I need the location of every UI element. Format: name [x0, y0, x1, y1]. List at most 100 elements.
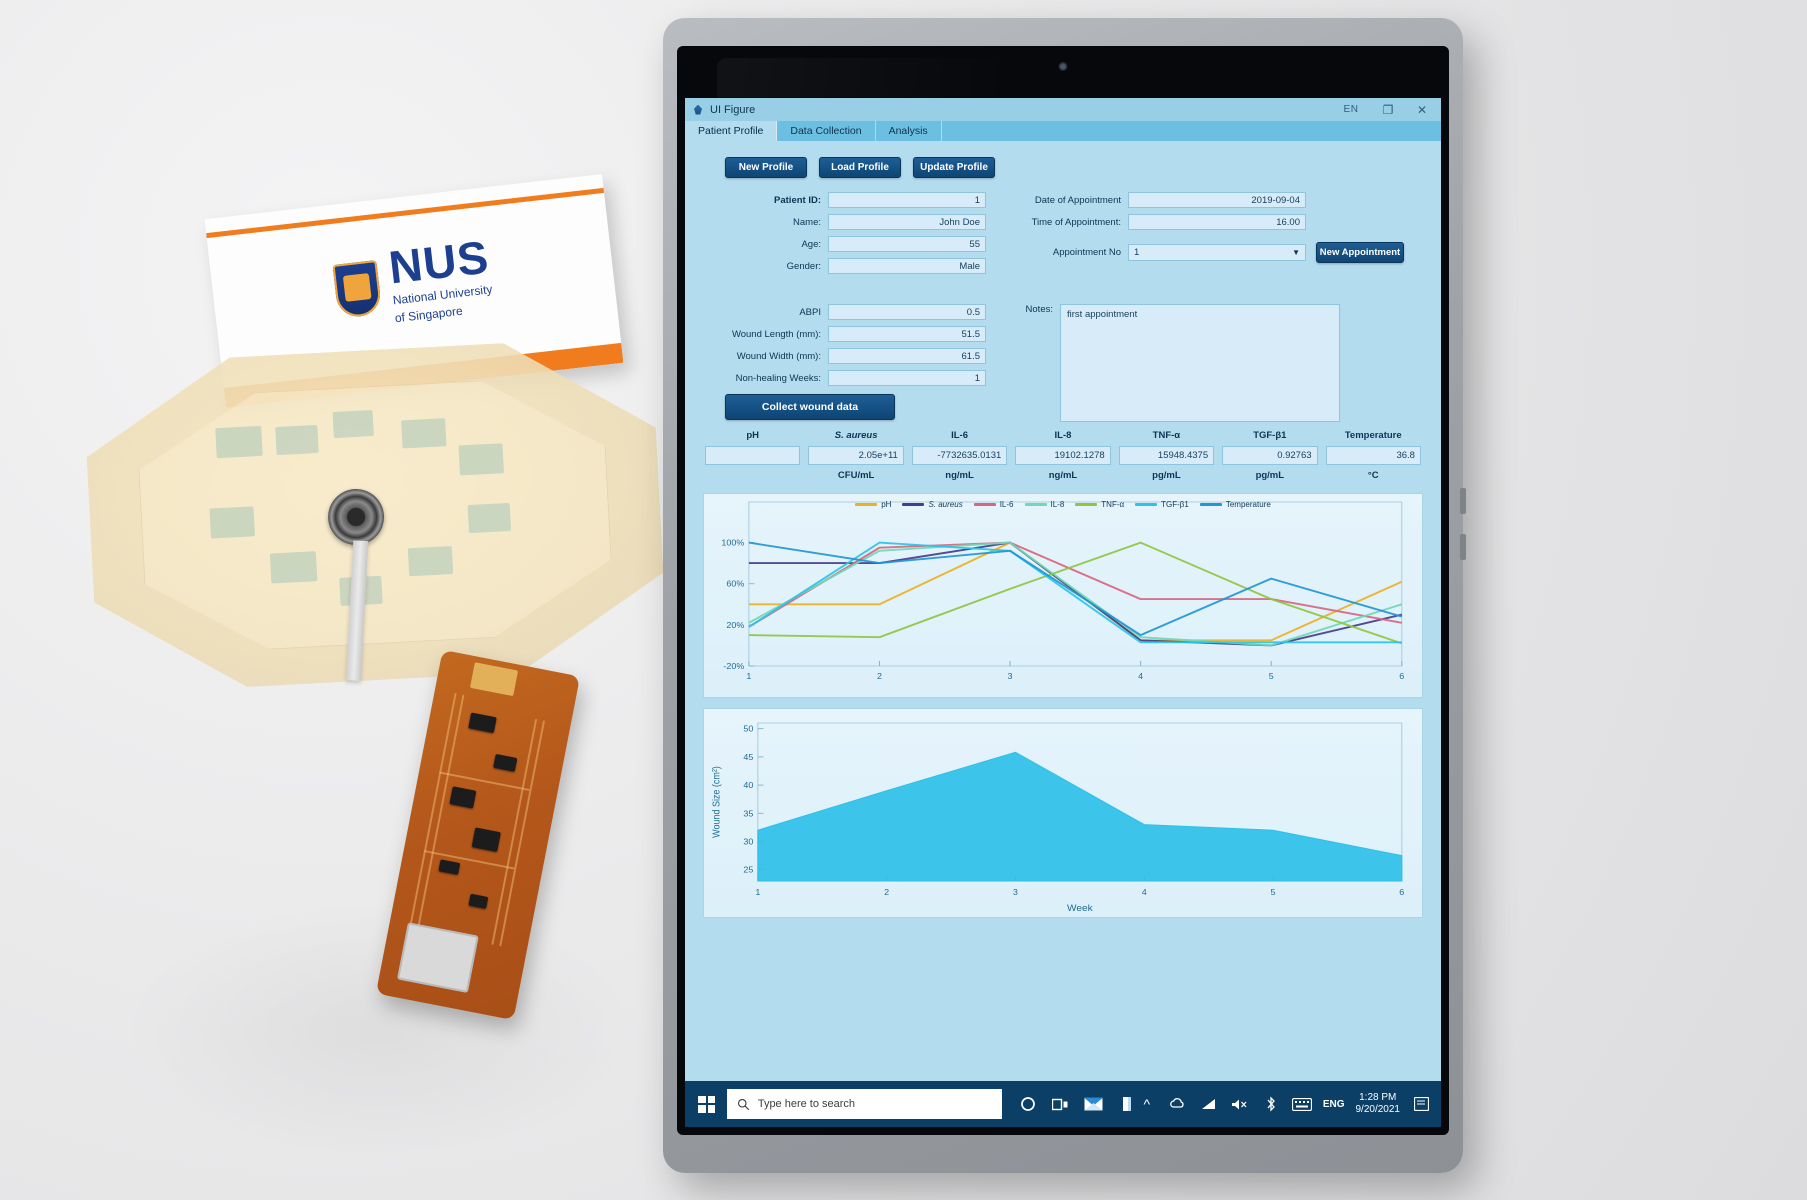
input-age[interactable]: 55	[828, 236, 986, 252]
legend-label: IL-6	[999, 500, 1014, 509]
language-indicator[interactable]: ENG	[1323, 1099, 1345, 1110]
onedrive-icon[interactable]	[1168, 1094, 1188, 1114]
collect-wound-data-button[interactable]: Collect wound data	[725, 394, 895, 420]
biomarker-trend-chart: pH S. aureus IL-6 IL-8 TNF-α TGF-β1 Temperatur…	[703, 493, 1423, 698]
system-tray: ^ ENG 1:28 PM 9/20/2021	[1137, 1092, 1437, 1117]
input-name[interactable]: John Doe	[828, 214, 986, 230]
tab-analysis[interactable]: Analysis	[876, 121, 942, 141]
new-appointment-button[interactable]: New Appointment	[1316, 242, 1404, 263]
maximize-button[interactable]: ❐	[1371, 98, 1405, 121]
biomarker-unit-temperature: °C	[1367, 470, 1379, 481]
legend-item: TGF-β1	[1135, 500, 1189, 509]
legend-item: IL-8	[1024, 500, 1064, 509]
pcb-trace	[423, 850, 515, 870]
biomarker-value-il-8[interactable]: 19102.1278	[1015, 446, 1111, 465]
field-row-name: Name: John Doe	[703, 214, 986, 230]
label-abpi: ABPI	[799, 306, 821, 318]
y-axis-tick-label: 25	[743, 865, 753, 874]
input-patient-id[interactable]: 1	[828, 192, 986, 208]
label-age: Age:	[801, 238, 821, 250]
label-patient-id: Patient ID:	[774, 194, 821, 206]
biomarker-value-il-6[interactable]: -7732635.0131	[911, 446, 1008, 465]
cortana-icon[interactable]	[1018, 1094, 1038, 1114]
field-row-wound-width: Wound Width (mm): 61.5	[703, 348, 986, 364]
input-abpi[interactable]: 0.5	[828, 304, 986, 320]
field-row-age: Age: 55	[703, 236, 986, 252]
appointment-fields: Date of Appointment 2019-09-04 Time of A…	[1001, 192, 1404, 269]
biomarker-header-temperature: Temperature	[1344, 430, 1402, 441]
biomarker-value-tgf-beta1[interactable]: 0.92763	[1222, 446, 1318, 465]
input-date-of-appointment[interactable]: 2019-09-04	[1128, 192, 1306, 208]
search-input[interactable]: Type here to search	[726, 1089, 1002, 1119]
clock-date: 9/20/2021	[1355, 1104, 1401, 1115]
search-placeholder: Type here to search	[757, 1098, 856, 1110]
input-time-of-appointment[interactable]: 16.00	[1128, 214, 1306, 230]
show-hidden-icons-icon[interactable]: ^	[1137, 1094, 1157, 1114]
pcb-chip	[468, 712, 497, 734]
clock[interactable]: 1:28 PM 9/20/2021	[1356, 1092, 1401, 1117]
legend-item: Temperature	[1199, 500, 1271, 509]
tablet-side-button[interactable]	[1460, 534, 1466, 560]
language-indicator-titlebar[interactable]: EN	[1331, 98, 1371, 121]
windows-logo-icon	[698, 1095, 716, 1113]
action-center-icon[interactable]	[1411, 1094, 1431, 1114]
update-profile-button[interactable]: Update Profile	[913, 157, 995, 178]
select-appointment-no[interactable]: 1 ▼	[1128, 244, 1306, 261]
biomarker-value-s-aureus[interactable]: 2.05e+11	[808, 446, 904, 465]
onenote-icon[interactable]	[1117, 1094, 1137, 1114]
biomarker-trend-plot: -20% 20% 60% 100% 1 2 3 4 5 6	[721, 501, 1405, 681]
task-view-icon[interactable]	[1051, 1094, 1071, 1114]
wound-size-area	[757, 751, 1403, 882]
input-wound-length[interactable]: 51.5	[828, 326, 986, 342]
x-axis-tick-label: 2	[877, 671, 882, 680]
load-profile-button[interactable]: Load Profile	[819, 157, 901, 178]
x-axis-tick-label: 1	[746, 671, 751, 680]
close-button[interactable]: ✕	[1405, 98, 1439, 121]
new-profile-button[interactable]: New Profile	[725, 157, 807, 178]
biomarker-value-tnf-alpha[interactable]: 15948.4375	[1118, 446, 1215, 465]
dressing-sensor-trace	[407, 546, 454, 577]
dressing-sensor-trace	[215, 425, 263, 459]
x-axis-tick-label: 4	[1138, 671, 1143, 680]
patient-form: Patient ID: 1 Name: John Doe Age: 55 Gen…	[703, 192, 1423, 422]
input-gender[interactable]: Male	[828, 258, 986, 274]
field-row-abpi: ABPI 0.5	[703, 304, 986, 320]
dressing-sensor-trace	[401, 418, 447, 449]
chevron-down-icon: ▼	[1292, 248, 1300, 257]
tablet-side-button[interactable]	[1460, 488, 1466, 514]
bluetooth-icon[interactable]	[1261, 1094, 1281, 1114]
mail-icon[interactable]	[1084, 1094, 1104, 1114]
x-axis-tick-label: 6	[1399, 671, 1404, 680]
tab-patient-profile[interactable]: Patient Profile	[685, 121, 778, 141]
tab-data-collection[interactable]: Data Collection	[777, 121, 876, 141]
profile-action-buttons: New Profile Load Profile Update Profile	[725, 157, 1423, 178]
line-series-il-6	[748, 541, 1403, 628]
nus-shield-icon	[332, 260, 383, 319]
label-notes: Notes:	[1025, 304, 1053, 315]
biomarker-header-tnf-alpha: TNF-α	[1152, 430, 1181, 441]
input-wound-width[interactable]: 61.5	[828, 348, 986, 364]
legend-swatch	[902, 503, 925, 506]
biomarker-header-ph: pH	[746, 430, 760, 441]
biomarker-value-ph[interactable]	[705, 446, 801, 465]
label-wound-width: Wound Width (mm):	[736, 350, 821, 362]
taskbar-pinned-icons	[1018, 1094, 1137, 1114]
legend-item: TNF-α	[1075, 500, 1124, 509]
biomarker-column-ph: pH	[705, 430, 801, 481]
pcb-chip	[493, 753, 518, 772]
biomarker-value-temperature[interactable]: 36.8	[1325, 446, 1421, 465]
biomarker-column-il-6: IL-6 -7732635.0131 ng/mL	[911, 430, 1008, 481]
label-name: Name:	[793, 216, 821, 228]
legend-label: S. aureus	[928, 500, 963, 509]
keyboard-icon[interactable]	[1291, 1094, 1312, 1114]
start-button[interactable]	[689, 1081, 725, 1127]
volume-muted-icon[interactable]	[1230, 1094, 1250, 1114]
textarea-notes[interactable]: first appointment	[1060, 304, 1340, 422]
network-icon[interactable]	[1199, 1094, 1219, 1114]
wireless-module	[396, 922, 479, 993]
biomarker-column-il-8: IL-8 19102.1278 ng/mL	[1015, 430, 1111, 481]
input-non-healing-weeks[interactable]: 1	[828, 370, 986, 386]
x-axis-tick-label: 5	[1269, 671, 1274, 680]
y-axis-tick-label: -20%	[723, 661, 744, 670]
ui-figure-window: UI Figure EN ❐ ✕ Patient Profile Data Co…	[685, 98, 1441, 1081]
